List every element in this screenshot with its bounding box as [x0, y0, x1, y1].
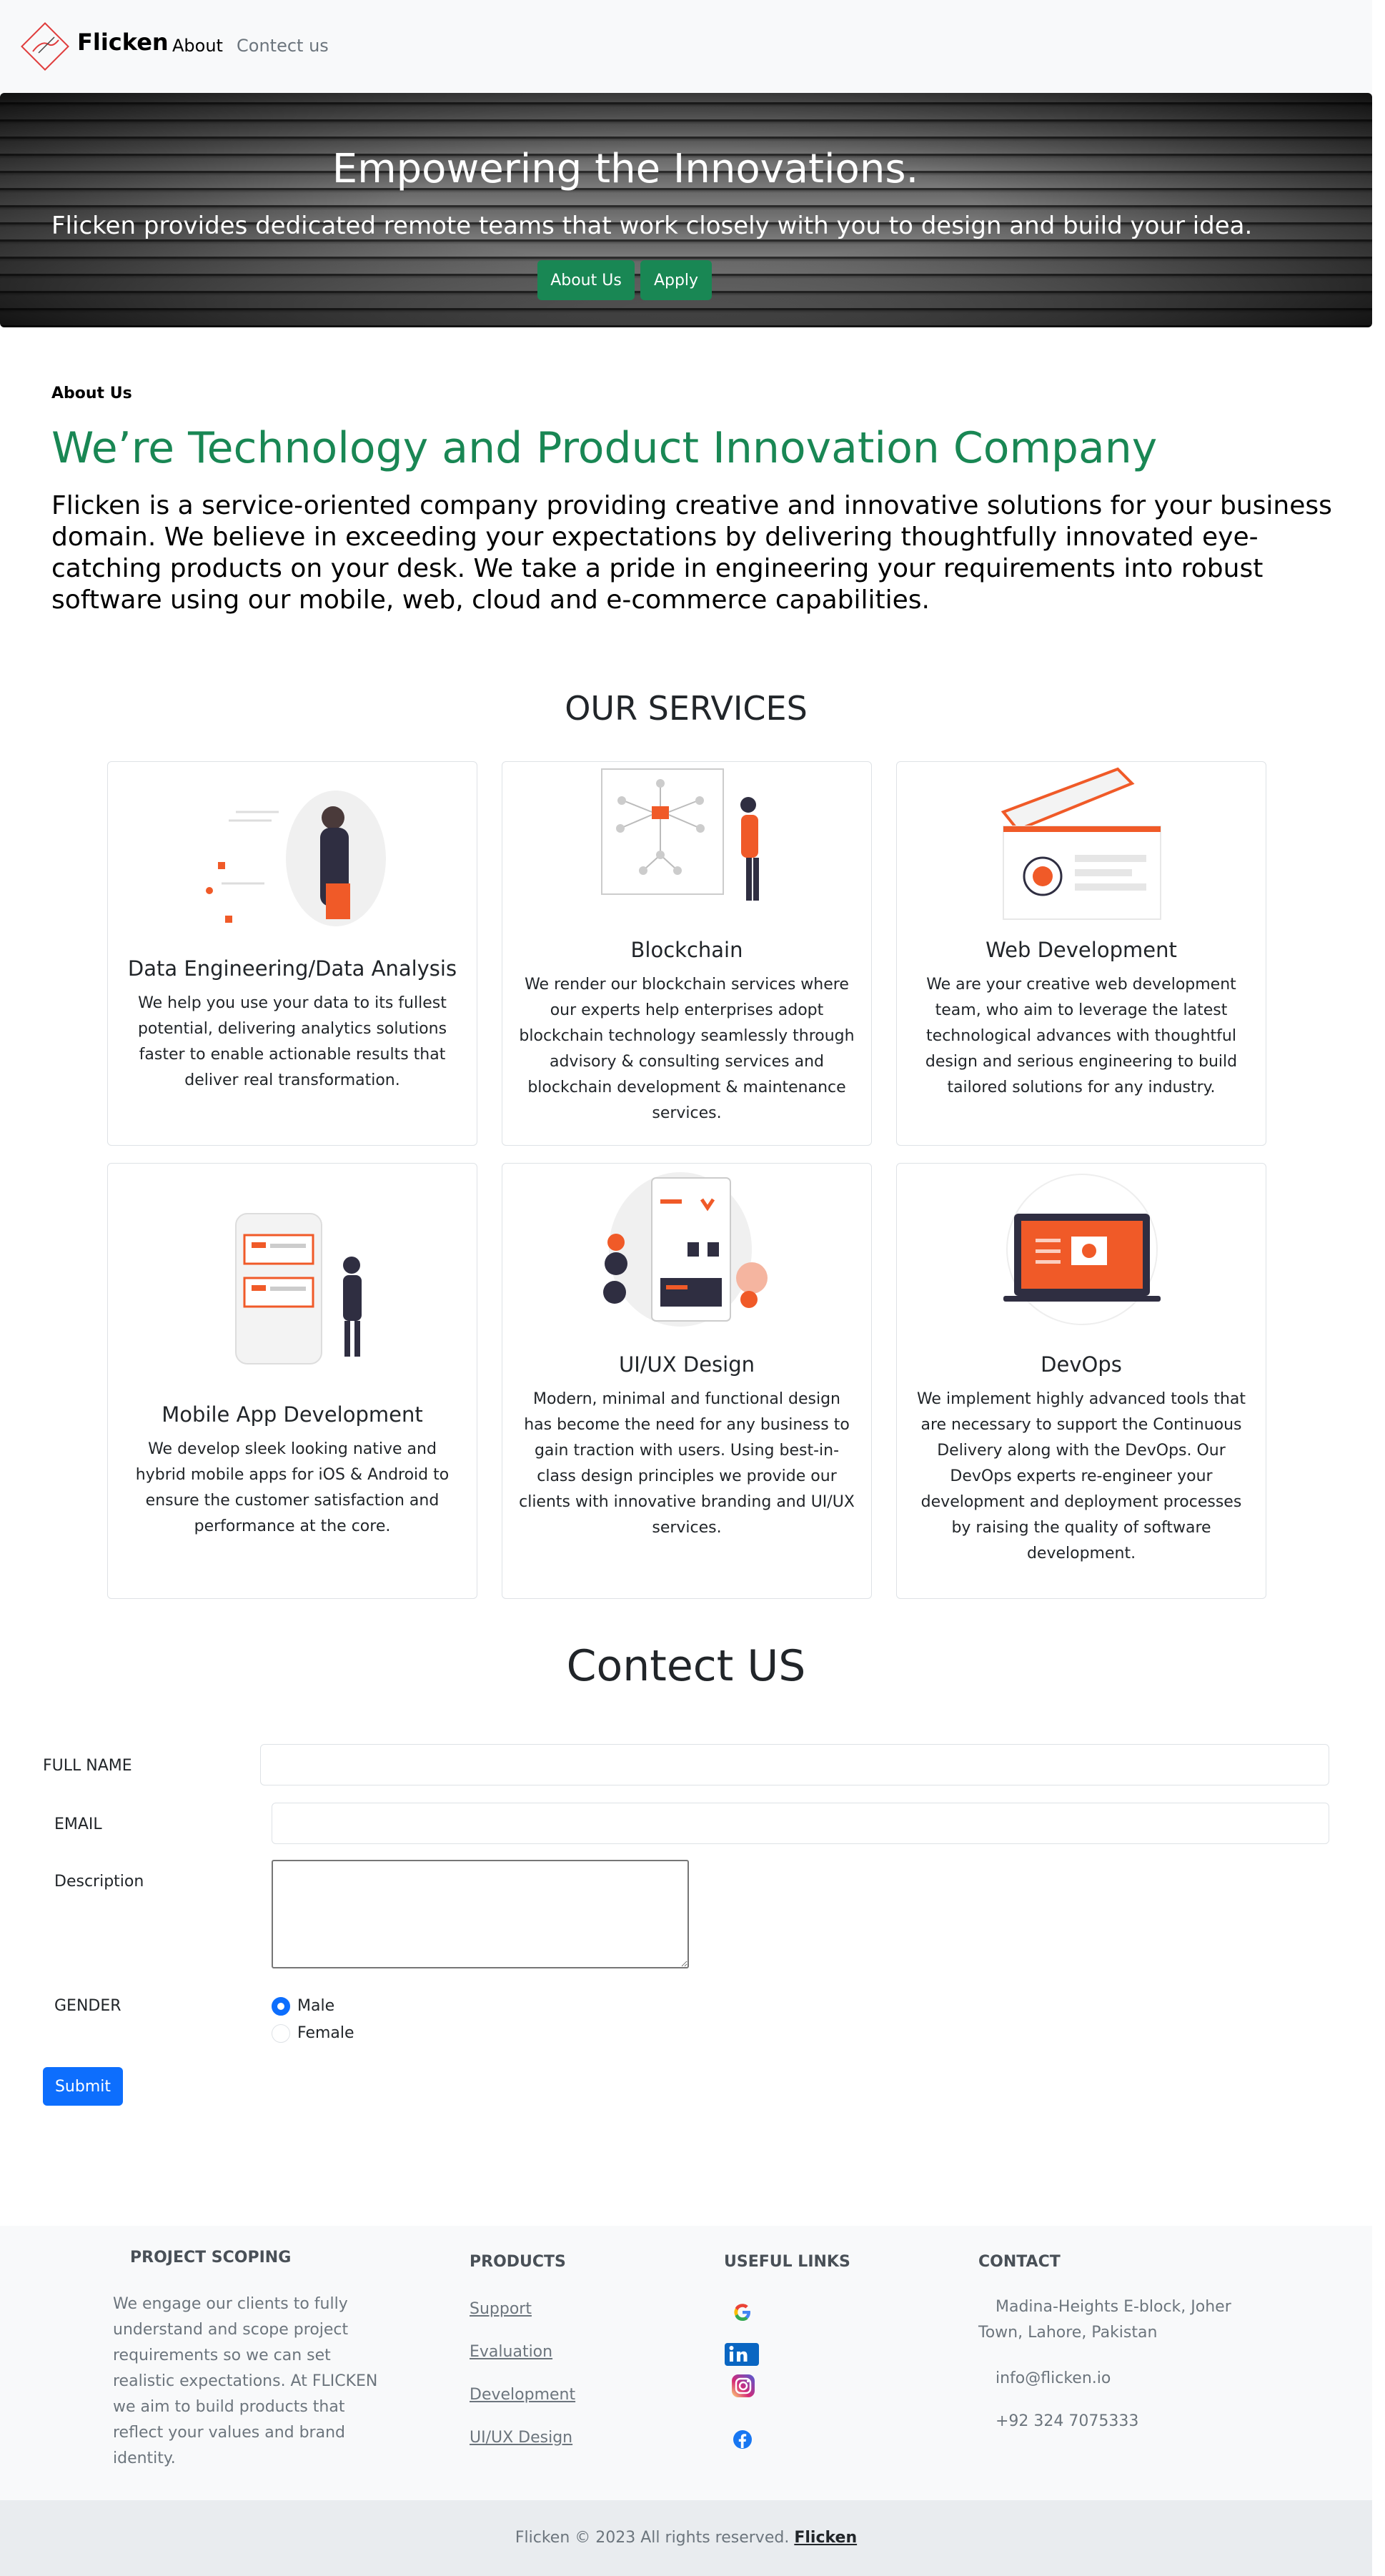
service-card-text: We develop sleek looking native and hybr… — [135, 1440, 450, 1535]
hero-title: Empowering the Innovations. — [332, 146, 919, 192]
full-name-label: FULL NAME — [43, 1757, 132, 1775]
service-card-title: Data Engineering/Data Analysis — [127, 956, 457, 981]
apply-button[interactable]: Apply — [640, 260, 712, 300]
service-card-ui-ux: UI/UX Design Modern, minimal and functio… — [502, 1163, 872, 1599]
footer-link-development[interactable]: Development — [470, 2386, 575, 2404]
email-label: EMAIL — [54, 1815, 102, 1833]
service-card-web-development: Web Development We are your creative web… — [896, 761, 1266, 1146]
copyright-text: Flicken © 2023 All rights reserved. Flic… — [0, 2529, 1372, 2547]
gender-label: GENDER — [54, 1997, 121, 2015]
gender-option-female-label: Female — [297, 2024, 354, 2042]
footer-project-heading: PROJECT SCOPING — [130, 2249, 292, 2267]
instagram-icon[interactable] — [730, 2373, 756, 2399]
footer-email[interactable]: info@flicken.io — [996, 2366, 1111, 2392]
service-card-text: We are your creative web development tea… — [925, 976, 1238, 1096]
footer-project-text: We engage our clients to fully understan… — [113, 2295, 378, 2467]
service-card-text: We render our blockchain services where … — [519, 976, 855, 1122]
about-heading: We’re Technology and Product Innovation … — [51, 423, 1158, 473]
linkedin-icon[interactable] — [723, 2342, 760, 2367]
footer-useful-links-heading: USEFUL LINKS — [724, 2253, 850, 2271]
service-card-mobile-app: Mobile App Development We develop sleek … — [107, 1163, 477, 1599]
navbar: Flicken About Contect us — [0, 0, 1372, 93]
brand-name[interactable]: Flicken — [77, 29, 169, 56]
about-us-button[interactable]: About Us — [537, 260, 635, 300]
nav-link-about[interactable]: About — [172, 36, 223, 56]
gender-radio-female[interactable] — [272, 2024, 290, 2043]
service-card-blockchain: Blockchain We render our blockchain serv… — [502, 761, 872, 1146]
devops-illustration-icon — [1003, 1174, 1161, 1325]
copyright-label: Flicken © 2023 All rights reserved. — [515, 2529, 790, 2547]
full-name-input[interactable] — [260, 1744, 1329, 1785]
ui-ux-illustration-icon — [603, 1172, 768, 1327]
service-card-data-engineering: Data Engineering/Data Analysis We help y… — [107, 761, 477, 1146]
description-label: Description — [54, 1873, 144, 1891]
service-card-text: We help you use your data to its fullest… — [137, 994, 447, 1089]
service-card-title: DevOps — [1041, 1352, 1122, 1377]
nav-link-contact[interactable]: Contect us — [237, 36, 329, 56]
footer-contact-heading: CONTACT — [978, 2253, 1061, 2271]
about-description: Flicken is a service-oriented company pr… — [51, 491, 1332, 615]
service-card-title: UI/UX Design — [619, 1352, 755, 1377]
service-card-title: Blockchain — [630, 938, 743, 962]
hero-banner: Empowering the Innovations. Flicken prov… — [0, 93, 1372, 327]
flicken-logo-icon[interactable] — [17, 19, 73, 74]
footer-products-heading: PRODUCTS — [470, 2253, 566, 2271]
service-card-title: Mobile App Development — [162, 1402, 423, 1427]
web-development-illustration-icon — [1001, 767, 1161, 920]
copyright-brand-link[interactable]: Flicken — [794, 2529, 857, 2547]
facebook-icon[interactable] — [732, 2429, 753, 2450]
contact-title: Contect US — [566, 1641, 806, 1691]
footer-phone[interactable]: +92 324 7075333 — [996, 2409, 1138, 2434]
service-card-title: Web Development — [986, 938, 1177, 962]
gender-radio-male[interactable] — [272, 1997, 290, 2016]
footer-link-support[interactable]: Support — [470, 2300, 532, 2318]
service-card-text: We implement highly advanced tools that … — [916, 1390, 1246, 1562]
email-input[interactable] — [272, 1803, 1329, 1844]
services-title: OUR SERVICES — [565, 689, 808, 728]
data-analysis-illustration-icon — [206, 791, 386, 926]
footer-address: Madina-Heights E-block, Joher Town, Laho… — [978, 2298, 1231, 2342]
gender-option-male-label: Male — [297, 1997, 335, 2015]
google-icon[interactable] — [732, 2302, 753, 2323]
footer-link-uiux-design[interactable]: UI/UX Design — [470, 2429, 572, 2447]
footer-link-evaluation[interactable]: Evaluation — [470, 2343, 552, 2361]
mobile-app-illustration-icon — [235, 1213, 362, 1364]
description-textarea[interactable] — [272, 1860, 689, 1968]
service-card-text: Modern, minimal and functional design ha… — [519, 1390, 855, 1537]
footer: PROJECT SCOPING We engage our clients to… — [0, 2226, 1372, 2500]
submit-button[interactable]: Submit — [43, 2067, 123, 2106]
blockchain-illustration-icon — [601, 768, 759, 901]
about-section-label: About Us — [51, 385, 132, 402]
service-card-devops: DevOps We implement highly advanced tool… — [896, 1163, 1266, 1599]
hero-subtitle: Flicken provides dedicated remote teams … — [51, 212, 1253, 240]
